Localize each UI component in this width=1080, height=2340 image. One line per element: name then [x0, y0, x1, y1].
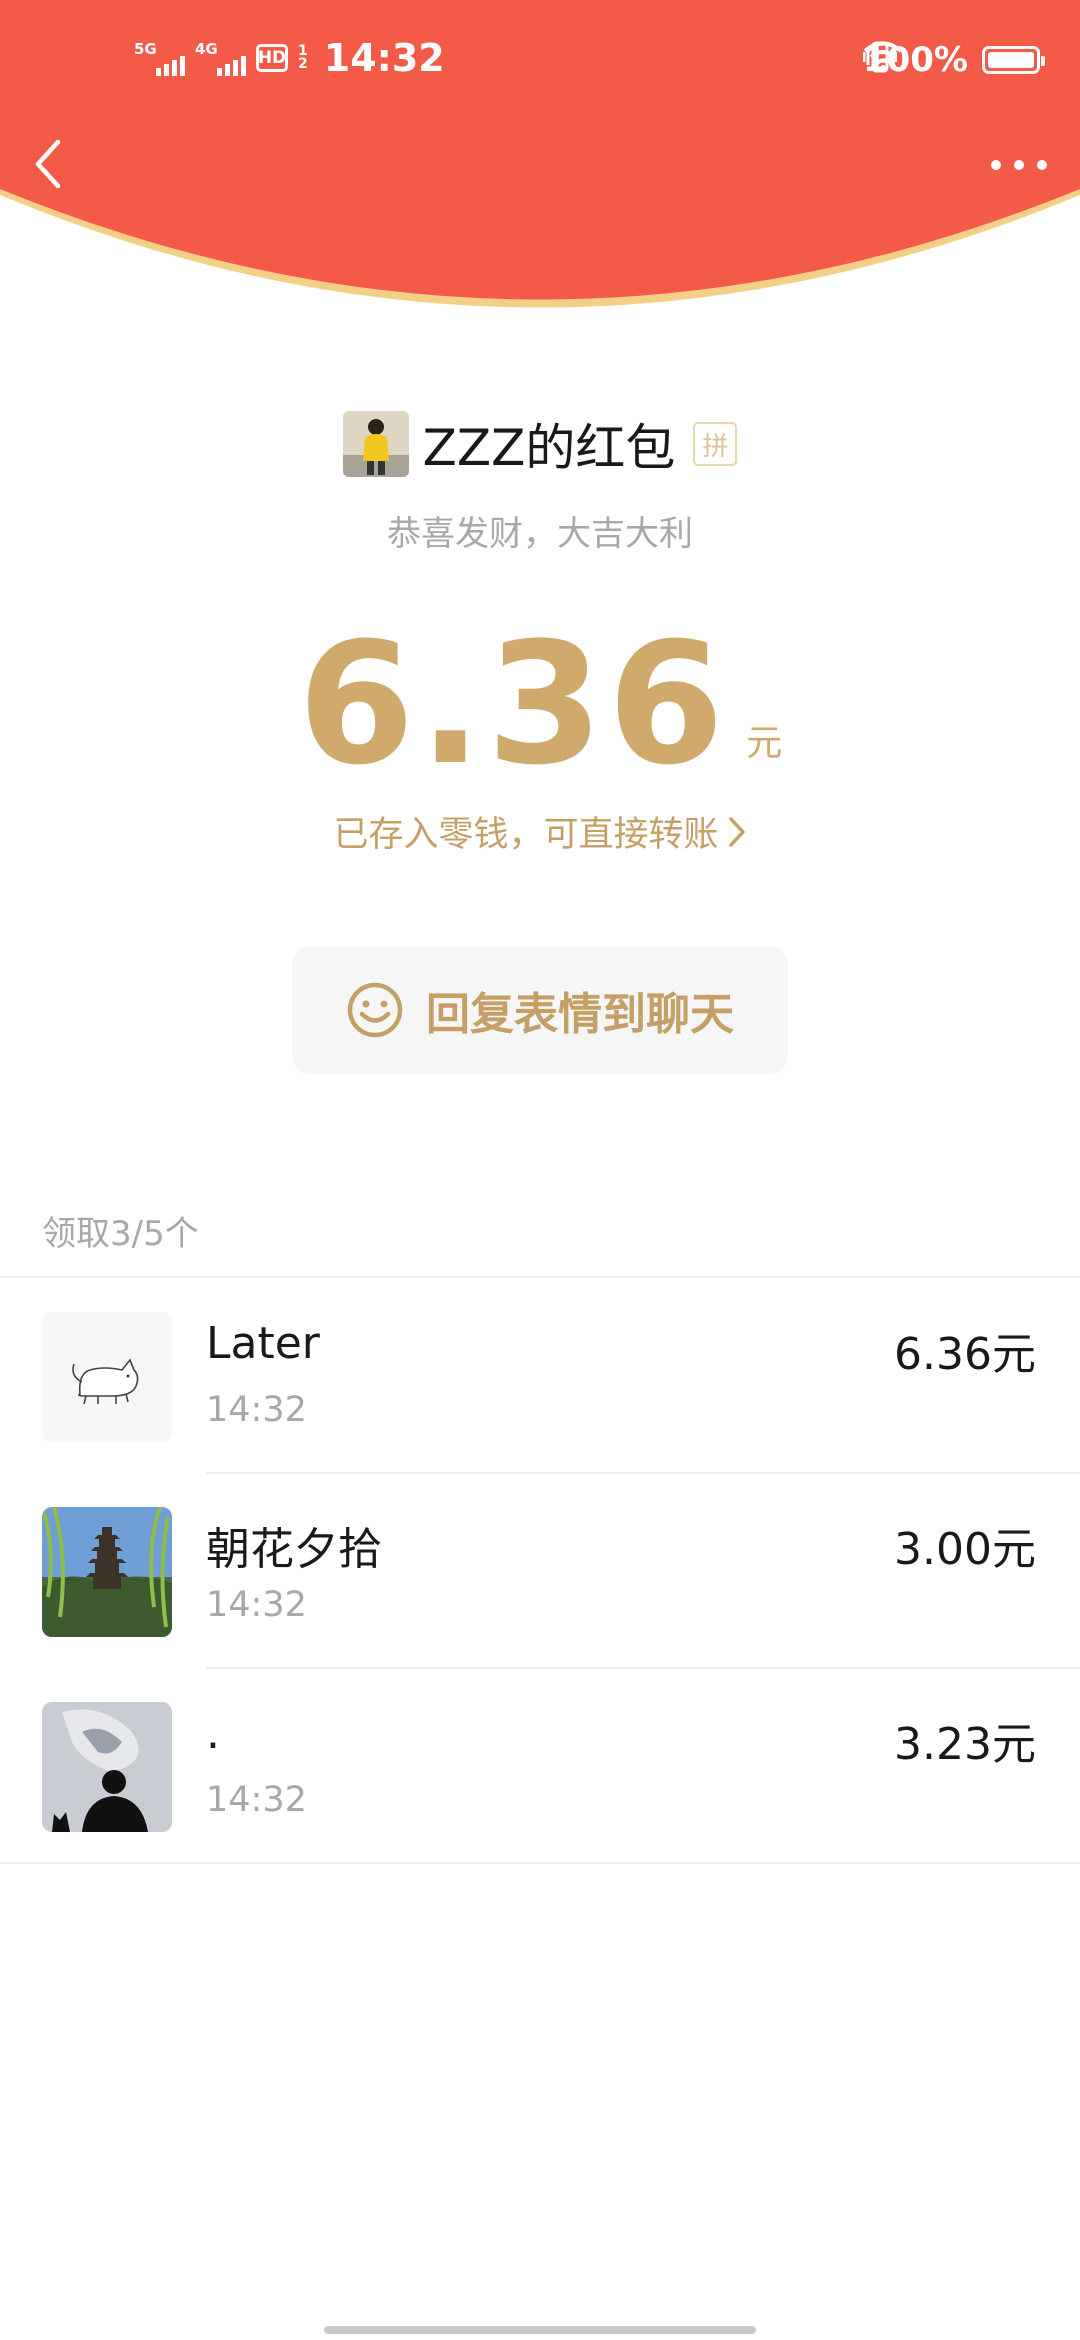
owner-name: ZZZ的红包: [422, 419, 676, 477]
receiver-time: 14:32: [206, 1780, 307, 1820]
status-bar: 5G 4G HD 12 14:32 100%: [0, 0, 1080, 120]
signal-tag: 5G: [134, 40, 157, 58]
status-left: 5G 4G HD 12 14:32: [134, 36, 445, 80]
reply-sticker-button[interactable]: 回复表情到聊天: [292, 946, 788, 1074]
receiver-name: .: [206, 1708, 220, 1759]
stored-to-balance-link[interactable]: 已存入零钱，可直接转账: [0, 806, 1080, 857]
more-button[interactable]: [988, 150, 1050, 180]
pin-badge: 拼: [693, 422, 738, 466]
pagoda-avatar-icon: [42, 1507, 172, 1637]
receiver-avatar: [42, 1702, 172, 1832]
receiver-name: 朝花夕拾: [206, 1524, 382, 1575]
more-dots-icon: [991, 160, 1047, 170]
receiver-time: 14:32: [206, 1390, 307, 1430]
avatar-image: [342, 411, 409, 477]
receiver-avatar: [42, 1507, 172, 1637]
received-amount: 6.36 元: [0, 620, 1080, 788]
silhouette-avatar-icon: [42, 1702, 172, 1832]
cat-avatar-icon: [42, 1312, 172, 1442]
home-indicator[interactable]: [324, 2326, 756, 2334]
owner-avatar[interactable]: [342, 411, 409, 477]
receiver-amount: 3.23元: [894, 1719, 1036, 1770]
chevron-left-icon: [35, 139, 61, 189]
signal-5g-icon: 5G: [134, 40, 185, 76]
amount-unit: 元: [746, 723, 783, 764]
chevron-right-icon: [728, 816, 745, 847]
receiver-name: Later: [206, 1318, 320, 1369]
smiley-icon: [347, 982, 403, 1038]
status-right: 100%: [862, 40, 1045, 80]
list-item[interactable]: 朝花夕拾 14:32 3.00元: [0, 1473, 1080, 1667]
list-item[interactable]: . 14:32 3.23元: [0, 1668, 1080, 1862]
status-time: 14:32: [323, 36, 445, 80]
packet-wish: 恭喜发财，大吉大利: [387, 514, 693, 554]
received-count: 领取3/5个: [42, 1214, 199, 1254]
receiver-amount: 6.36元: [894, 1329, 1036, 1380]
red-packet-header: 5G 4G HD 12 14:32 100%: [0, 0, 1080, 330]
list-divider: [0, 1862, 1080, 1864]
battery-icon: [982, 46, 1045, 74]
packet-owner-row: ZZZ的红包 拼: [0, 408, 1080, 480]
wifi-icon: [863, 41, 903, 71]
stored-text: 已存入零钱，可直接转账: [333, 815, 719, 855]
reply-button-label: 回复表情到聊天: [426, 989, 734, 1040]
receiver-avatar: [42, 1312, 172, 1442]
back-button[interactable]: [30, 134, 70, 194]
list-item[interactable]: Later 14:32 6.36元: [0, 1278, 1080, 1472]
signal-tag: 4G: [195, 40, 218, 58]
amount-value: 6.36: [297, 606, 729, 802]
receiver-amount: 3.00元: [894, 1524, 1036, 1575]
receiver-time: 14:32: [206, 1585, 307, 1625]
hd-voice-icon: HD: [256, 44, 288, 72]
hd-sub-2: 2: [298, 56, 308, 72]
hd-sub-icon: 12: [298, 44, 308, 72]
signal-4g-icon: 4G: [195, 40, 246, 76]
